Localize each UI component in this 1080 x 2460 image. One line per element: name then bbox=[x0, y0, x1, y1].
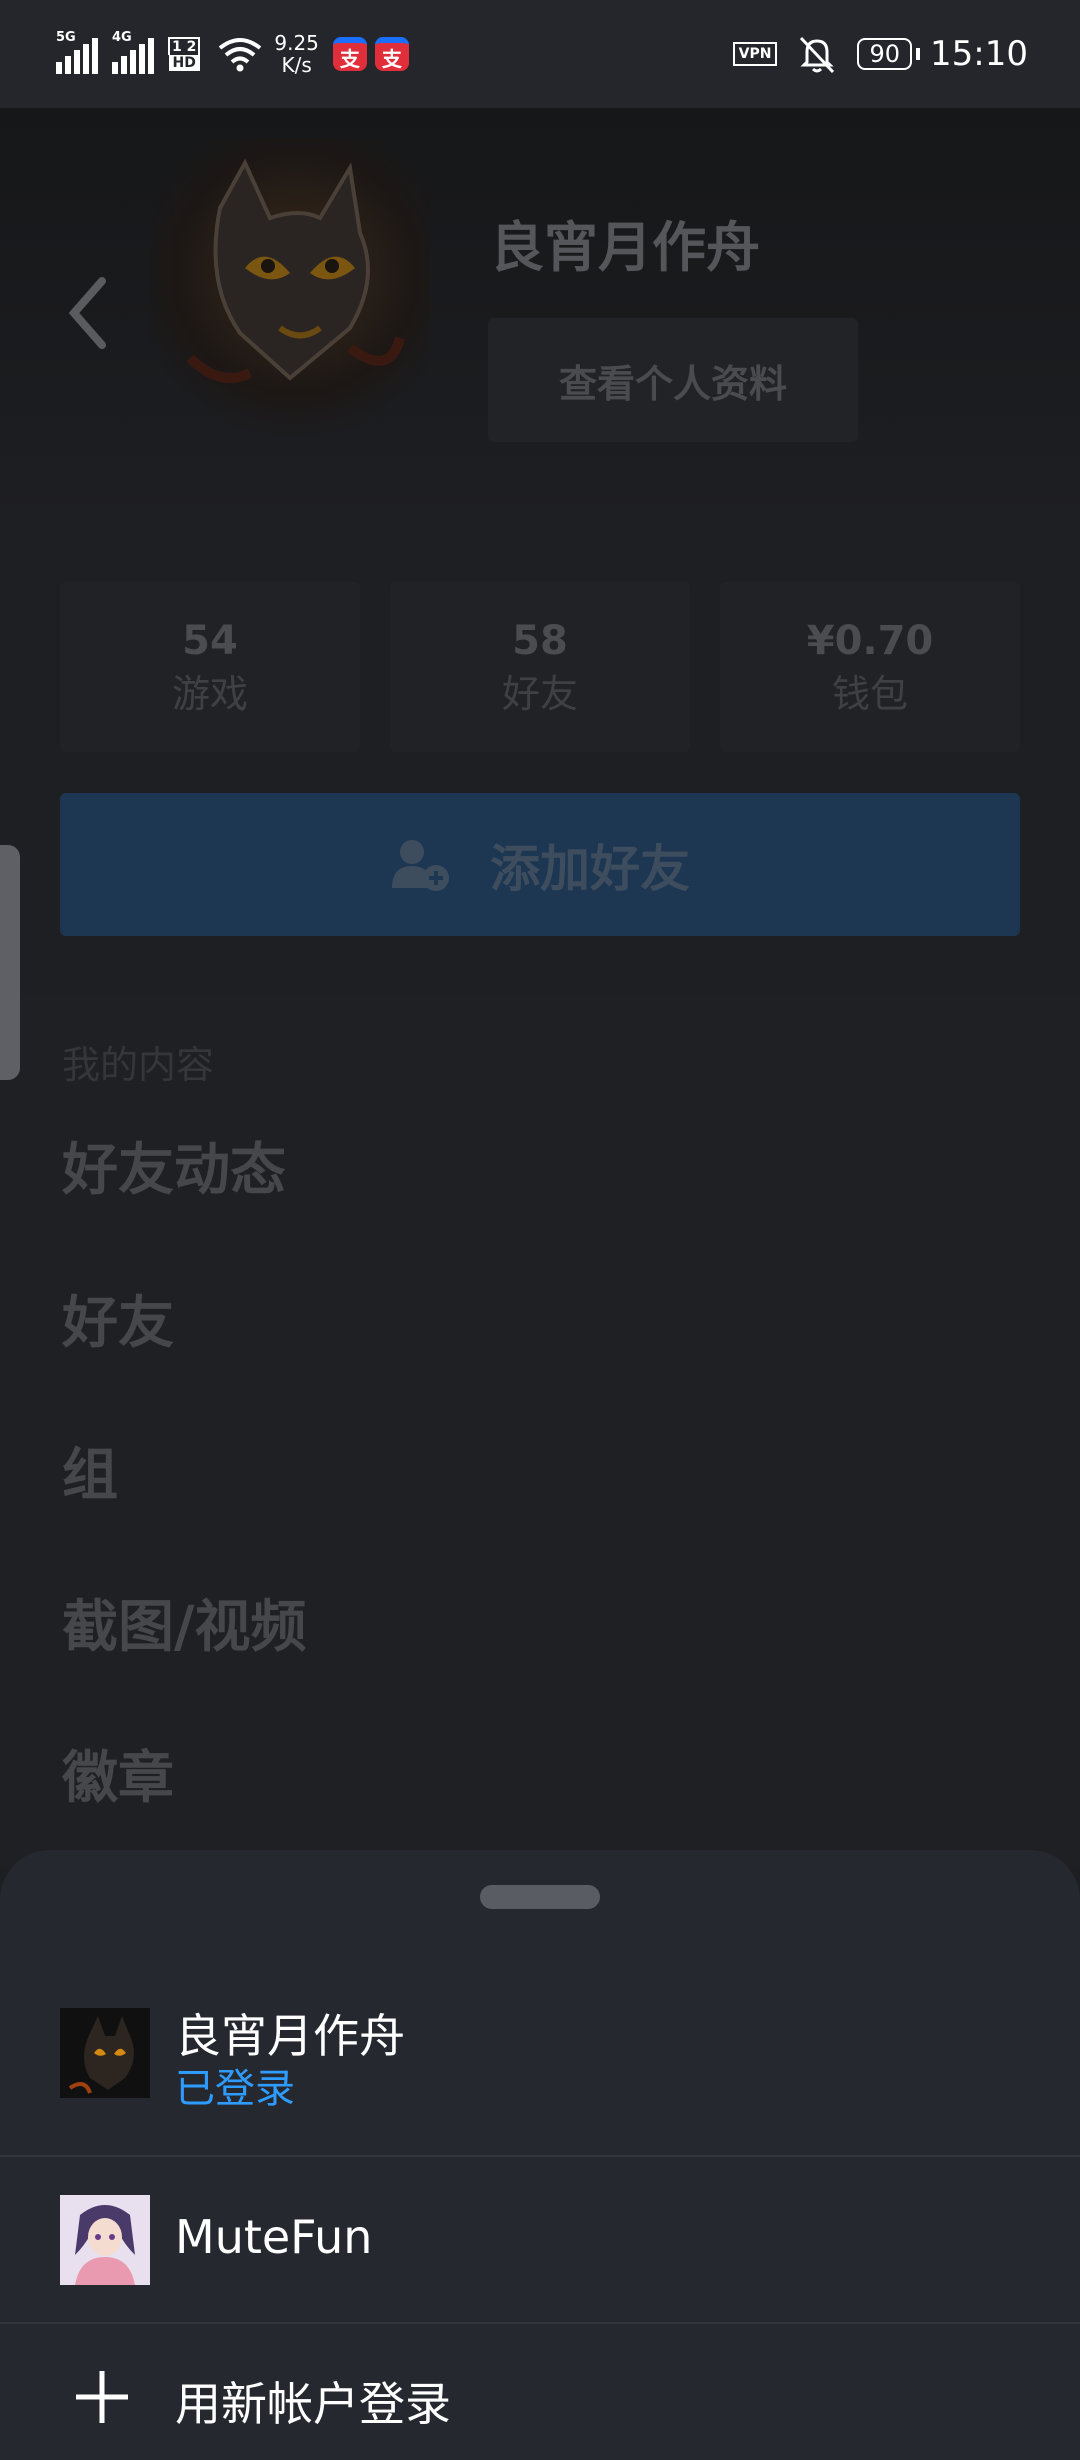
account-row-current[interactable]: 良宵月作舟 已登录 bbox=[0, 2000, 1080, 2112]
account-status: 已登录 bbox=[175, 2066, 295, 2112]
menu-item-friend-activity[interactable]: 好友动态 bbox=[62, 1125, 286, 1206]
speed-unit: K/s bbox=[281, 53, 312, 77]
divider bbox=[0, 2322, 1080, 2324]
back-chevron-icon[interactable] bbox=[64, 273, 114, 353]
clock: 15:10 bbox=[930, 34, 1028, 74]
stat-value: ¥0.70 bbox=[806, 618, 934, 664]
stat-label: 钱包 bbox=[831, 672, 908, 716]
hd-top: 1 2 bbox=[168, 37, 201, 55]
account-row-mutefun[interactable]: MuteFun bbox=[0, 2195, 1080, 2290]
side-drawer-handle[interactable] bbox=[0, 845, 20, 1080]
stats-row: 54 游戏 58 好友 ¥0.70 钱包 bbox=[60, 582, 1020, 752]
hd-bottom: HD bbox=[168, 55, 200, 71]
profile-header: 良宵月作舟 查看个人资料 bbox=[0, 108, 1080, 520]
stat-value: 54 bbox=[182, 618, 238, 664]
mute-bell-icon bbox=[800, 36, 835, 74]
plus-icon bbox=[76, 2371, 128, 2423]
add-friend-button[interactable]: 添加好友 bbox=[60, 793, 1020, 936]
stat-label: 游戏 bbox=[171, 672, 248, 716]
wifi-icon bbox=[219, 38, 262, 72]
menu-item-badges[interactable]: 徽章 bbox=[62, 1733, 174, 1814]
fox-mask-image bbox=[186, 158, 405, 383]
account-avatar bbox=[60, 2195, 150, 2285]
menu-item-screenshots-videos[interactable]: 截图/视频 bbox=[62, 1582, 306, 1663]
section-title: 我的内容 bbox=[62, 1043, 215, 1087]
vpn-icon: VPN bbox=[732, 42, 778, 66]
new-account-label: 用新帐户登录 bbox=[175, 2377, 451, 2431]
network-4g-label: 4G bbox=[112, 30, 132, 45]
stat-wallet[interactable]: ¥0.70 钱包 bbox=[720, 582, 1020, 752]
alipay-icon: 支 bbox=[374, 37, 409, 71]
stat-friends[interactable]: 58 好友 bbox=[390, 582, 690, 752]
sheet-drag-handle[interactable] bbox=[480, 1885, 600, 1909]
add-friend-label: 添加好友 bbox=[490, 839, 690, 898]
new-account-login-row[interactable]: 用新帐户登录 bbox=[0, 2350, 1080, 2445]
menu-item-friends[interactable]: 好友 bbox=[62, 1278, 174, 1359]
battery-level: 90 bbox=[857, 38, 913, 70]
signal-4g-icon: 4G bbox=[112, 30, 154, 74]
stat-games[interactable]: 54 游戏 bbox=[60, 582, 360, 752]
speed-value: 9.25 bbox=[274, 31, 319, 55]
signal-5g-icon: 5G bbox=[56, 30, 98, 74]
network-speed: 9.25 K/s bbox=[274, 32, 319, 76]
status-left: 5G 4G 1 2 HD 9.25 K/s 支 支 bbox=[56, 30, 417, 78]
status-right: VPN 90 15:10 bbox=[732, 30, 1028, 78]
add-user-icon bbox=[392, 839, 449, 891]
hd-voice-icon: 1 2 HD bbox=[168, 37, 201, 71]
account-switcher-sheet: 良宵月作舟 已登录 MuteFun 用新帐户登录 bbox=[0, 1850, 1080, 2460]
profile-avatar bbox=[150, 138, 430, 438]
status-bar: 5G 4G 1 2 HD 9.25 K/s 支 支 VPN 90 15:10 bbox=[0, 0, 1080, 108]
account-avatar bbox=[60, 2008, 150, 2098]
battery-tip bbox=[916, 48, 921, 60]
view-profile-button[interactable]: 查看个人资料 bbox=[488, 318, 858, 442]
alipay-icon: 支 bbox=[332, 37, 367, 71]
stat-label: 好友 bbox=[501, 672, 578, 716]
stat-value: 58 bbox=[512, 618, 568, 664]
profile-username: 良宵月作舟 bbox=[490, 216, 760, 279]
menu-item-groups[interactable]: 组 bbox=[62, 1430, 118, 1511]
network-5g-label: 5G bbox=[56, 30, 76, 45]
divider bbox=[0, 2155, 1080, 2157]
account-name: MuteFun bbox=[175, 2210, 373, 2264]
